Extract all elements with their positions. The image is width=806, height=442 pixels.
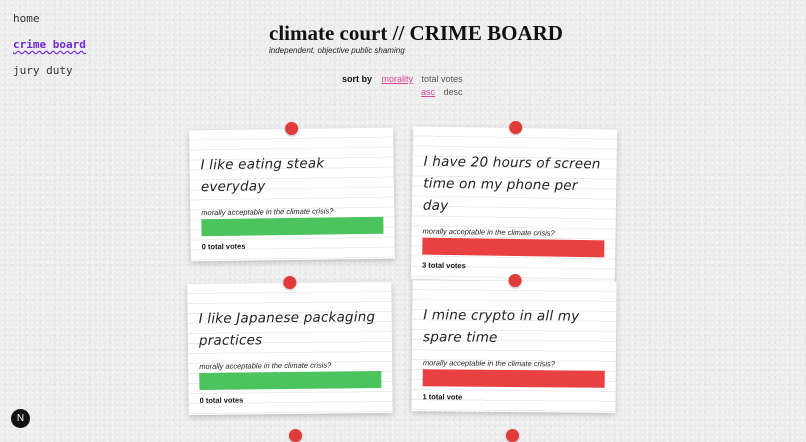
- pin-icon: [509, 120, 523, 135]
- crime-card[interactable]: I have 20 hours of screen time on my pho…: [410, 120, 618, 283]
- pin-icon: [284, 121, 299, 136]
- sort-controls: sort by morality total votes asc desc: [342, 74, 469, 100]
- pin-icon: [283, 275, 297, 290]
- vote-count: 0 total votes: [199, 395, 244, 405]
- sort-option-total-votes[interactable]: total votes: [422, 74, 463, 84]
- crime-text: I mine crypto in all my spare time: [423, 307, 580, 346]
- sidebar-nav: home crime board jury duty: [13, 12, 86, 90]
- page-header: climate court // CRIME BOARD independent…: [269, 21, 563, 55]
- crime-text: I have 20 hours of screen time on my pho…: [422, 153, 601, 214]
- verdict-question: morally acceptable in the climate crisis…: [201, 206, 334, 218]
- vote-count: 3 total votes: [421, 260, 466, 271]
- crime-text: I like Japanese packaging practices: [198, 309, 376, 349]
- pin-icon: [289, 429, 302, 442]
- crime-text: I like eating steak everyday: [200, 155, 325, 196]
- nav-link-jury-duty[interactable]: jury duty: [13, 64, 86, 90]
- vote-count: 0 total votes: [201, 241, 246, 252]
- verdict-bar: [199, 371, 382, 390]
- verdict-bar: [422, 237, 605, 258]
- pin-icon: [506, 429, 519, 442]
- page-subtitle: independent, objective public shaming: [269, 46, 405, 55]
- sort-option-morality[interactable]: morality: [382, 74, 414, 84]
- verdict-question: morally acceptable in the climate crisis…: [199, 360, 332, 371]
- sort-order-asc[interactable]: asc: [421, 87, 435, 97]
- verdict-bar: [201, 216, 384, 237]
- nav-link-home[interactable]: home: [13, 12, 86, 38]
- crime-card[interactable]: I like eating steak everyday morally acc…: [189, 121, 395, 262]
- vote-count: 1 total vote: [422, 392, 463, 402]
- verdict-question: morally acceptable in the climate crisis…: [422, 358, 556, 369]
- sort-order-desc[interactable]: desc: [444, 87, 463, 97]
- page-title: climate court // CRIME BOARD: [269, 21, 563, 45]
- nav-link-crime-board[interactable]: crime board: [13, 38, 86, 64]
- pin-icon: [508, 273, 522, 288]
- crime-card[interactable]: I like Japanese packaging practices mora…: [187, 275, 393, 416]
- next-logo-icon[interactable]: N: [11, 409, 30, 428]
- verdict-bar: [422, 369, 605, 388]
- crime-card[interactable]: I mine crypto in all my spare time moral…: [411, 273, 617, 413]
- sort-label: sort by: [342, 74, 373, 84]
- verdict-question: morally acceptable in the climate crisis…: [422, 226, 555, 238]
